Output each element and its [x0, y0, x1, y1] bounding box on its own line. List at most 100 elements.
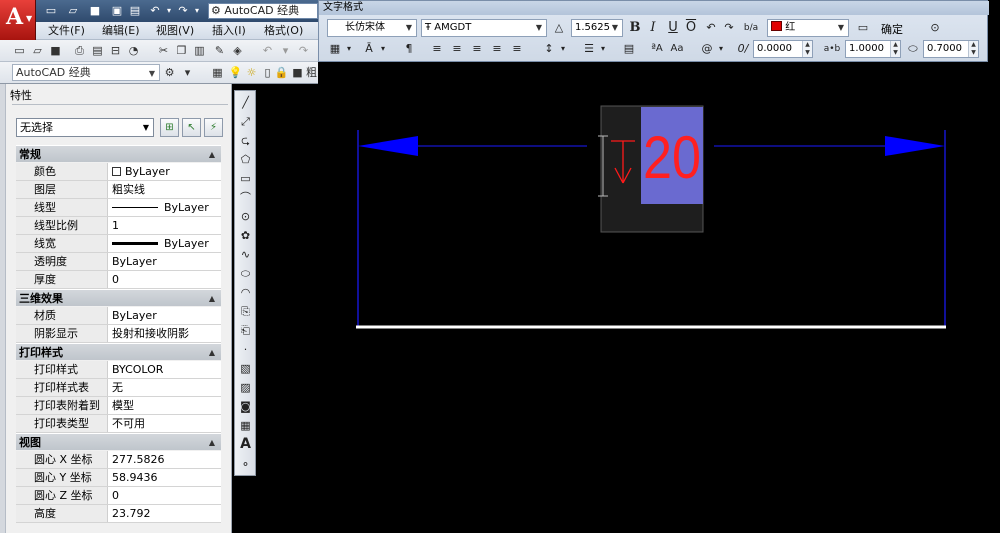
revision-cloud-icon[interactable]: ✿ [238, 228, 253, 243]
quick-select-icon[interactable]: ⚡ [204, 118, 223, 137]
width-factor-input[interactable]: 0.7000 ▲ ▼ [923, 40, 979, 58]
publish-icon[interactable]: ⊟ [108, 43, 123, 58]
property-value[interactable]: 模型 [109, 397, 221, 414]
new-file-icon[interactable]: ▭ [44, 4, 58, 18]
property-value[interactable]: 23.792 [109, 505, 221, 522]
collapse-icon[interactable]: ▲ [209, 344, 215, 361]
justify-icon[interactable]: ≡ [489, 41, 505, 57]
paste-icon[interactable]: ▥ [192, 43, 207, 58]
select-objects-icon[interactable]: ↖ [182, 118, 201, 137]
property-value[interactable]: 粗实线 [109, 181, 221, 198]
property-row[interactable]: 图层 粗实线 [16, 181, 221, 199]
undo-icon[interactable]: ↶ [148, 4, 162, 18]
symbol-dropdown-icon[interactable]: ▾ [713, 41, 729, 57]
layer-name-icon[interactable]: 粗 [304, 65, 319, 80]
customize-icon[interactable]: ▾ [180, 65, 195, 80]
layer-lock-icon[interactable]: ▯ [260, 65, 275, 80]
section-header[interactable]: 视图 ▲ [16, 433, 221, 450]
numbering-dropdown-icon[interactable]: ▾ [595, 41, 611, 57]
spline-icon[interactable]: ∿ [238, 247, 253, 262]
property-row[interactable]: 透明度 ByLayer [16, 253, 221, 271]
table-icon[interactable]: ▦ [238, 418, 253, 433]
rectangle-icon[interactable]: ▭ [238, 171, 253, 186]
new-icon[interactable]: ▭ [12, 43, 27, 58]
line-spacing-dropdown-icon[interactable]: ▾ [555, 41, 571, 57]
menu-insert[interactable]: 插入(I) [212, 23, 246, 39]
print-icon[interactable]: ▤ [128, 4, 142, 18]
ok-button[interactable]: 确定 [881, 21, 903, 37]
property-row[interactable]: 打印样式表无 [16, 379, 221, 397]
print-icon[interactable]: ⎙ [72, 43, 87, 58]
bold-icon[interactable]: B [627, 20, 643, 36]
property-value[interactable]: ByLayer [109, 253, 221, 270]
align-right-icon[interactable]: ≡ [469, 41, 485, 57]
property-value[interactable]: BYCOLOR [109, 361, 221, 378]
lightbulb-icon[interactable]: 💡 [228, 65, 243, 80]
property-row[interactable]: 线型比例 1 [16, 217, 221, 235]
save-icon[interactable]: ■ [88, 4, 102, 18]
construction-line-icon[interactable]: ⤢ [238, 114, 253, 129]
menu-format[interactable]: 格式(O) [264, 23, 303, 39]
point-icon[interactable]: · [238, 342, 253, 357]
property-value[interactable]: 58.9436 [109, 469, 221, 486]
match-properties-icon[interactable]: ✎ [212, 43, 227, 58]
redo-dropdown-icon[interactable]: ▾ [190, 4, 204, 18]
spinner-icon[interactable]: ▲ ▼ [968, 41, 978, 57]
multiline-text-icon[interactable]: A [238, 437, 253, 452]
redo-icon[interactable]: ↷ [176, 4, 190, 18]
property-row[interactable]: 圆心 Y 坐标 58.9436 [16, 469, 221, 487]
polyline-icon[interactable]: ⮎ [238, 133, 253, 148]
arc-icon[interactable]: ⌒ [238, 190, 253, 205]
property-row[interactable]: 打印表附着到 模型 [16, 397, 221, 415]
section-header[interactable]: 三维效果 ▲ [16, 289, 221, 306]
spinner-icon[interactable]: ▲ ▼ [890, 41, 900, 57]
text-height-combo[interactable]: 1.5625 ▼ [571, 19, 623, 37]
palette-handle[interactable] [0, 84, 6, 533]
collapse-icon[interactable]: ▲ [209, 434, 215, 451]
layer-color-icon[interactable]: ■ [290, 65, 305, 80]
open-icon[interactable]: ▱ [30, 43, 45, 58]
spinner-icon[interactable]: ▲ ▼ [802, 41, 812, 57]
align-left-icon[interactable]: ≡ [429, 41, 445, 57]
circle-icon[interactable]: ⊙ [238, 209, 253, 224]
ellipse-icon[interactable]: ⬭ [238, 266, 253, 281]
property-value[interactable]: 0 [109, 487, 221, 504]
property-value[interactable]: ByLayer [109, 163, 221, 180]
property-row[interactable]: 圆心 Z 坐标 0 [16, 487, 221, 505]
lock-icon[interactable]: 🔒 [274, 65, 289, 80]
undo-dropdown-icon[interactable]: ▾ [278, 43, 293, 58]
property-row[interactable]: 打印表类型 不可用 [16, 415, 221, 433]
workspace-switcher[interactable]: ⚙ AutoCAD 经典 [208, 3, 318, 19]
undo-icon[interactable]: ↶ [260, 43, 275, 58]
property-value[interactable]: 0 [109, 271, 221, 288]
undo-icon[interactable]: ↶ [703, 20, 719, 36]
print-preview-icon[interactable]: ▤ [90, 43, 105, 58]
property-row[interactable]: 材质 ByLayer [16, 307, 221, 325]
uppercase-icon[interactable]: ªA [649, 41, 665, 57]
insert-block-icon[interactable]: ⎘ [238, 304, 253, 319]
property-row[interactable]: 圆心 X 坐标 277.5826 [16, 451, 221, 469]
options-icon[interactable]: ⊙ [927, 20, 943, 36]
property-value[interactable]: 不可用 [109, 415, 221, 432]
lowercase-icon[interactable]: Aa [669, 41, 685, 57]
undo-dropdown-icon[interactable]: ▾ [162, 4, 176, 18]
hatch-icon[interactable]: ▧ [238, 361, 253, 376]
property-value[interactable]: 1 [109, 217, 221, 234]
property-row[interactable]: 颜色 ByLayer [16, 163, 221, 181]
paragraph-icon[interactable]: ¶ [401, 41, 417, 57]
italic-icon[interactable]: I [645, 20, 661, 36]
ellipse-arc-icon[interactable]: ◠ [238, 285, 253, 300]
property-value[interactable]: ByLayer [109, 307, 221, 324]
property-row[interactable]: 阴影显示 投射和接收阴影 [16, 325, 221, 343]
open-file-icon[interactable]: ▱ [66, 4, 80, 18]
align-center-icon[interactable]: ≡ [449, 41, 465, 57]
polygon-icon[interactable]: ⬠ [238, 152, 253, 167]
property-value[interactable]: ByLayer [109, 235, 221, 252]
property-value[interactable]: ByLayer [109, 199, 221, 216]
text-style-combo[interactable]: 长仿宋体 ▼ [327, 19, 417, 37]
property-row[interactable]: 线宽 ByLayer [16, 235, 221, 253]
insert-field-icon[interactable]: ▤ [621, 41, 637, 57]
block-editor-icon[interactable]: ◈ [230, 43, 245, 58]
add-selected-icon[interactable]: ⚬ [238, 457, 253, 472]
columns-dropdown-icon[interactable]: ▾ [341, 41, 357, 57]
